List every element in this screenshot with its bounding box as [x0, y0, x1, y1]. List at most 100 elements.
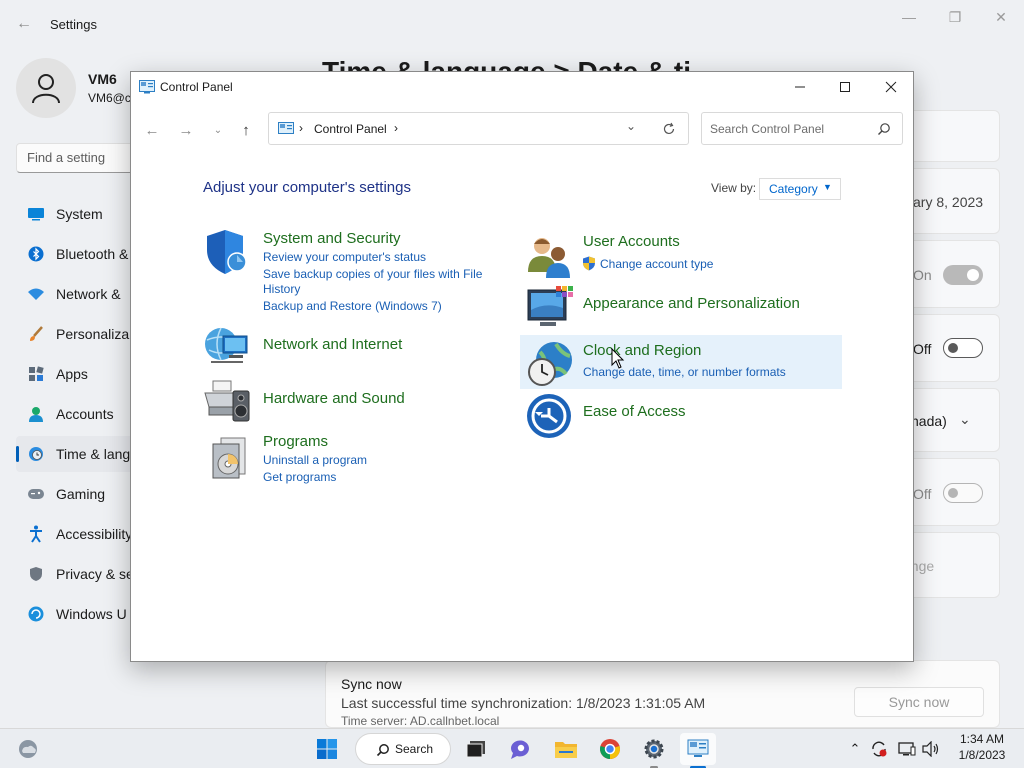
taskbar-search-button[interactable]: Search — [355, 733, 451, 765]
gamepad-icon — [28, 489, 44, 499]
link-get-programs[interactable]: Get programs — [263, 470, 336, 484]
sidebar-item-label: Network & — [56, 286, 121, 302]
breadcrumb-chevron-icon[interactable]: › — [299, 121, 303, 135]
breadcrumb[interactable]: Control Panel — [314, 122, 387, 136]
minimize-button[interactable] — [777, 72, 823, 102]
close-button[interactable] — [868, 72, 914, 102]
control-panel-window: Control Panel ← → ⌄ ↑ › Control Panel › … — [130, 71, 914, 662]
sync-alert-icon[interactable] — [869, 739, 889, 759]
recent-locations-chevron-icon[interactable]: ⌄ — [206, 118, 230, 142]
close-icon[interactable]: ✕ — [981, 6, 1021, 28]
sidebar-item-label: Time & lang — [56, 446, 131, 462]
timezone-dropdown[interactable]: nada) — [911, 413, 947, 429]
bluetooth-icon — [28, 246, 44, 262]
shield-icon — [30, 567, 42, 581]
network-globe-icon[interactable] — [203, 322, 251, 370]
category-hardware-sound[interactable]: Hardware and Sound — [263, 390, 405, 407]
taskbar: Search ⌃ 1:34 AM 1/8/2023 — [0, 728, 1024, 768]
close-icon — [885, 81, 897, 93]
control-panel-taskbar-button[interactable] — [680, 733, 716, 768]
weather-widget[interactable] — [12, 733, 44, 765]
search-placeholder: Search Control Panel — [710, 122, 825, 136]
control-panel-icon — [139, 80, 155, 94]
brush-icon — [30, 326, 43, 341]
restore-icon[interactable]: ❐ — [935, 6, 975, 28]
maximize-icon — [840, 82, 850, 92]
category-ease-of-access[interactable]: Ease of Access — [583, 403, 686, 420]
clock-globe-icon — [29, 447, 43, 461]
refresh-icon[interactable] — [662, 122, 676, 136]
task-view-button[interactable] — [460, 733, 492, 765]
category-clock-region[interactable]: Clock and Region — [583, 342, 701, 359]
sidebar-item-label: System — [56, 206, 103, 222]
category-system-security[interactable]: System and Security — [263, 230, 401, 247]
user-email: VM6@c — [88, 91, 131, 105]
link-uninstall-program[interactable]: Uninstall a program — [263, 453, 367, 467]
auto-time-toggle[interactable] — [943, 265, 983, 285]
title-bar[interactable]: Control Panel — [131, 72, 913, 102]
back-arrow-icon[interactable]: ← — [140, 118, 164, 142]
clock-date: 1/8/2023 — [958, 748, 1006, 762]
forward-arrow-icon[interactable]: → — [174, 118, 198, 142]
search-icon[interactable] — [877, 122, 891, 136]
users-icon[interactable] — [526, 232, 574, 280]
link-file-history-cont[interactable]: History — [263, 282, 300, 296]
person-icon — [32, 74, 60, 104]
link-change-account-type[interactable]: Change account type — [600, 257, 713, 271]
settings-app-button[interactable] — [638, 733, 670, 768]
breadcrumb-chevron-icon[interactable]: › — [394, 121, 398, 135]
sidebar-item-label: Privacy & se — [56, 566, 134, 582]
view-by-dropdown[interactable]: Category ▼ — [759, 178, 841, 200]
maximize-button[interactable] — [822, 72, 868, 102]
windows-logo-icon — [317, 739, 337, 759]
search-input[interactable]: Search Control Panel — [701, 112, 903, 145]
sidebar-item-label: Personaliza — [56, 326, 130, 342]
sync-title: Sync now — [341, 676, 402, 692]
auto-timezone-toggle[interactable] — [943, 338, 983, 358]
minimize-icon — [795, 86, 805, 88]
display-colors-icon[interactable] — [526, 284, 574, 332]
dst-toggle[interactable] — [943, 483, 983, 503]
wifi-icon — [28, 288, 44, 300]
minimize-icon[interactable]: — — [889, 6, 929, 28]
folder-icon — [555, 742, 577, 758]
file-explorer-button[interactable] — [550, 733, 582, 765]
network-tray-icon[interactable] — [897, 739, 917, 759]
link-backup-restore[interactable]: Backup and Restore (Windows 7) — [263, 299, 442, 313]
task-view-icon — [466, 741, 485, 758]
clock-tray[interactable]: 1:34 AM 1/8/2023 — [950, 731, 1014, 763]
category-appearance-personalization[interactable]: Appearance and Personalization — [583, 295, 800, 312]
clock-globe-icon[interactable] — [526, 340, 574, 388]
chevron-down-icon[interactable]: ⌄ — [959, 411, 971, 428]
volume-tray-icon[interactable] — [921, 739, 941, 759]
back-arrow-icon[interactable]: ← — [14, 14, 34, 34]
chevron-up-icon[interactable]: ⌃ — [845, 739, 865, 759]
up-arrow-icon[interactable]: ↑ — [234, 118, 258, 142]
teams-chat-button[interactable] — [505, 733, 537, 765]
category-network-internet[interactable]: Network and Internet — [263, 336, 402, 353]
link-file-history[interactable]: Save backup copies of your files with Fi… — [263, 267, 482, 281]
shield-icon[interactable] — [203, 228, 251, 276]
chrome-button[interactable] — [594, 733, 626, 765]
start-button[interactable] — [311, 733, 343, 765]
sync-last-time: Last successful time synchronization: 1/… — [341, 695, 706, 711]
network-icon — [898, 742, 916, 756]
mouse-cursor-icon — [611, 348, 625, 369]
address-bar[interactable]: › Control Panel › ⌄ — [268, 112, 689, 145]
find-setting-input[interactable]: Find a setting — [16, 143, 146, 173]
weather-icon — [19, 740, 37, 758]
printer-speaker-icon[interactable] — [203, 377, 251, 425]
ease-of-access-icon[interactable] — [525, 392, 573, 440]
programs-disc-icon[interactable] — [207, 434, 255, 482]
auto-timezone-state: Off — [913, 341, 932, 357]
sidebar-item-label: Accessibility — [56, 526, 133, 542]
link-review-status[interactable]: Review your computer's status — [263, 250, 426, 264]
avatar[interactable] — [16, 58, 76, 118]
category-programs[interactable]: Programs — [263, 433, 328, 450]
sync-now-button[interactable]: Sync now — [854, 687, 984, 717]
category-user-accounts[interactable]: User Accounts — [583, 233, 680, 250]
sidebar-item-label: Windows U — [56, 606, 127, 622]
uac-shield-icon — [583, 256, 595, 271]
search-icon — [376, 744, 389, 757]
address-dropdown-icon[interactable]: ⌄ — [626, 119, 636, 133]
